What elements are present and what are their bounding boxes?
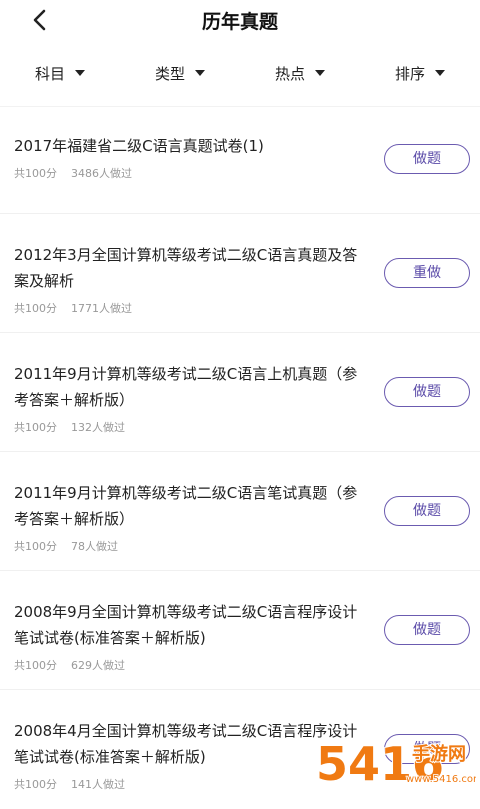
list-item[interactable]: 2017年福建省二级C语言真题试卷(1) 共100分 3486人做过 做题	[0, 107, 480, 214]
exam-title: 2017年福建省二级C语言真题试卷(1)	[14, 137, 264, 155]
back-button[interactable]	[26, 6, 54, 34]
attempt-count: 3486人做过	[71, 167, 132, 180]
top-bar: 历年真题	[0, 0, 480, 40]
svg-text:手游网: 手游网	[412, 743, 466, 765]
attempt-count: 141人做过	[71, 778, 125, 791]
caret-down-icon	[435, 70, 445, 76]
filter-type[interactable]: 类型	[120, 63, 240, 84]
redo-exam-button[interactable]: 重做	[384, 258, 470, 288]
total-score: 共100分	[14, 659, 57, 672]
do-exam-button[interactable]: 做题	[384, 377, 470, 407]
filter-sort[interactable]: 排序	[360, 63, 480, 84]
svg-text:www.5416.com: www.5416.com	[406, 774, 476, 785]
filter-subject[interactable]: 科目	[0, 63, 120, 84]
attempt-count: 629人做过	[71, 659, 125, 672]
site-watermark: 5416 手游网 www.5416.com	[314, 730, 480, 794]
exam-title: 2012年3月全国计算机等级考试二级C语言真题及答案及解析	[14, 246, 358, 290]
attempt-count: 78人做过	[71, 540, 118, 553]
filter-label: 排序	[394, 64, 425, 83]
total-score: 共100分	[14, 302, 57, 315]
exam-list: 2017年福建省二级C语言真题试卷(1) 共100分 3486人做过 做题 201…	[0, 107, 480, 809]
filter-label: 类型	[154, 64, 185, 83]
chevron-left-icon	[33, 9, 46, 31]
list-item[interactable]: 2011年9月计算机等级考试二级C语言笔试真题（参考答案＋解析版） 共100分 7…	[0, 452, 480, 571]
do-exam-button[interactable]: 做题	[384, 144, 470, 174]
watermark-logo: 5416 手游网 www.5416.com	[315, 736, 480, 792]
filter-bar: 科目 类型 热点 排序	[0, 40, 480, 106]
exam-title: 2008年9月全国计算机等级考试二级C语言程序设计笔试试卷(标准答案＋解析版)	[14, 603, 358, 647]
filter-hot[interactable]: 热点	[240, 63, 360, 84]
total-score: 共100分	[14, 421, 57, 434]
filter-label: 科目	[34, 64, 65, 83]
exam-title: 2011年9月计算机等级考试二级C语言上机真题（参考答案＋解析版）	[14, 365, 358, 409]
caret-down-icon	[75, 70, 85, 76]
total-score: 共100分	[14, 778, 57, 791]
exam-title: 2011年9月计算机等级考试二级C语言笔试真题（参考答案＋解析版）	[14, 484, 358, 528]
attempt-count: 132人做过	[71, 421, 125, 434]
caret-down-icon	[195, 70, 205, 76]
do-exam-button[interactable]: 做题	[384, 615, 470, 645]
filter-label: 热点	[274, 64, 305, 83]
attempt-count: 1771人做过	[71, 302, 132, 315]
total-score: 共100分	[14, 167, 57, 180]
total-score: 共100分	[14, 540, 57, 553]
do-exam-button[interactable]: 做题	[384, 496, 470, 526]
page-title: 历年真题	[201, 10, 278, 33]
caret-down-icon	[315, 70, 325, 76]
list-item[interactable]: 2008年9月全国计算机等级考试二级C语言程序设计笔试试卷(标准答案＋解析版) …	[0, 571, 480, 690]
list-item[interactable]: 2011年9月计算机等级考试二级C语言上机真题（参考答案＋解析版） 共100分 1…	[0, 333, 480, 452]
list-item[interactable]: 2012年3月全国计算机等级考试二级C语言真题及答案及解析 共100分 1771人…	[0, 214, 480, 333]
